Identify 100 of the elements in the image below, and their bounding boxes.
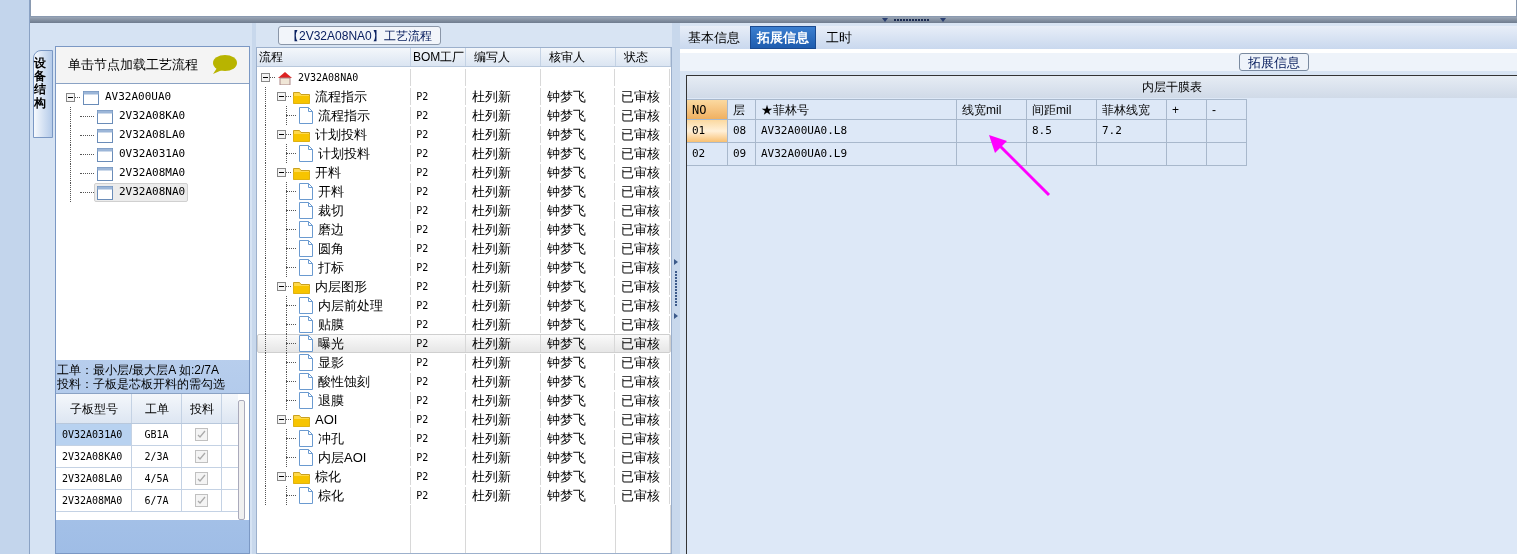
collapse-icon[interactable]: [261, 73, 270, 82]
column-header[interactable]: 投料: [182, 394, 222, 423]
column-header[interactable]: 间距mil: [1027, 99, 1097, 120]
collapse-icon[interactable]: [277, 415, 286, 424]
tree-row[interactable]: 磨边 P2 杜列新 钟梦飞 已审核: [257, 220, 671, 239]
table-cell-text: 杜列新: [471, 410, 511, 429]
tree-label: 磨边: [318, 220, 344, 239]
table-cell-text: 钟梦飞: [546, 144, 586, 163]
tree-row[interactable]: 退膜 P2 杜列新 钟梦飞 已审核: [257, 391, 671, 410]
table-cell-text: 杜列新: [471, 201, 511, 220]
table-cell-text: 已审核: [621, 429, 661, 448]
table-cell[interactable]: 01: [687, 120, 728, 143]
tree-item[interactable]: 2V32A08NA0: [94, 183, 189, 202]
tree-row[interactable]: 曝光 P2 杜列新 钟梦飞 已审核: [257, 334, 671, 353]
tree-row[interactable]: 开料 P2 杜列新 钟梦飞 已审核: [257, 182, 671, 201]
table-cell-text: 已审核: [621, 391, 661, 410]
column-header[interactable]: 状态: [616, 48, 671, 66]
splitter-grip-icon[interactable]: [674, 258, 678, 319]
tree-row[interactable]: 酸性蚀刻 P2 杜列新 钟梦飞 已审核: [257, 372, 671, 391]
tree-row[interactable]: 2V32A08NA0: [257, 68, 671, 87]
tree-item[interactable]: 0V32A031A0: [94, 145, 189, 164]
collapse-icon[interactable]: [277, 472, 286, 481]
table-cell-text: P2: [416, 185, 429, 199]
folder-icon: [293, 89, 310, 104]
column-header[interactable]: 工单: [132, 394, 182, 423]
document-icon: [299, 354, 313, 371]
column-header[interactable]: +: [1167, 99, 1207, 120]
tree-row[interactable]: 内层前处理 P2 杜列新 钟梦飞 已审核: [257, 296, 671, 315]
tab[interactable]: 工时: [820, 26, 858, 49]
table-cell[interactable]: 02: [687, 143, 728, 166]
document-icon: [299, 297, 313, 314]
column-header[interactable]: 子板型号: [56, 394, 132, 423]
table-cell: 2/3A: [132, 446, 182, 467]
table-cell[interactable]: 0V32A031A0: [56, 424, 132, 445]
column-header[interactable]: BOM工厂: [411, 48, 466, 66]
folder-icon: [293, 127, 310, 142]
column-header[interactable]: ★菲林号: [756, 99, 957, 120]
collapse-icon[interactable]: [277, 282, 286, 291]
tree-row[interactable]: 开料 P2 杜列新 钟梦飞 已审核: [257, 163, 671, 182]
tree-row[interactable]: 显影 P2 杜列新 钟梦飞 已审核: [257, 353, 671, 372]
table-cell: 8.5: [1027, 120, 1097, 143]
table-cell-text: P2: [416, 166, 429, 180]
tree-row[interactable]: 棕化 P2 杜列新 钟梦飞 已审核: [257, 467, 671, 486]
document-icon: [299, 145, 313, 162]
table-cell: 09: [728, 143, 756, 166]
document-icon: [299, 487, 313, 504]
table-cell-text: 杜列新: [471, 163, 511, 182]
table-cell-text: 钟梦飞: [546, 220, 586, 239]
table-cell-text: 杜列新: [471, 258, 511, 277]
column-header[interactable]: 菲林线宽: [1097, 99, 1167, 120]
table-cell-text: 钟梦飞: [546, 125, 586, 144]
column-header[interactable]: 层: [728, 99, 756, 120]
scrollbar[interactable]: [238, 400, 245, 520]
tree-item[interactable]: AV32A00UA0: [80, 88, 175, 107]
tree-item[interactable]: 2V32A08MA0: [94, 164, 189, 183]
column-header[interactable]: -: [1207, 99, 1247, 120]
collapse-icon[interactable]: [277, 168, 286, 177]
grip-icon: [881, 18, 946, 23]
tree-row[interactable]: 冲孔 P2 杜列新 钟梦飞 已审核: [257, 429, 671, 448]
document-icon: [299, 392, 313, 409]
table-cell: [1027, 143, 1097, 166]
column-header[interactable]: NO: [687, 99, 728, 120]
tree-row[interactable]: 计划投料 P2 杜列新 钟梦飞 已审核: [257, 125, 671, 144]
tree-row[interactable]: 打标 P2 杜列新 钟梦飞 已审核: [257, 258, 671, 277]
tree-row[interactable]: 内层图形 P2 杜列新 钟梦飞 已审核: [257, 277, 671, 296]
window-icon: [97, 185, 113, 200]
tree-label: 开料: [318, 182, 344, 201]
tree-row[interactable]: 圆角 P2 杜列新 钟梦飞 已审核: [257, 239, 671, 258]
tree-row[interactable]: 流程指示 P2 杜列新 钟梦飞 已审核: [257, 106, 671, 125]
column-header[interactable]: 编写人: [466, 48, 541, 66]
collapse-icon[interactable]: [277, 130, 286, 139]
table-cell-text: 杜列新: [471, 296, 511, 315]
tree-row[interactable]: 流程指示 P2 杜列新 钟梦飞 已审核: [257, 87, 671, 106]
table-cell-text: 杜列新: [471, 353, 511, 372]
table-cell-text: 钟梦飞: [546, 429, 586, 448]
table-cell: [1167, 120, 1207, 143]
tree-label: 2V32A08NA0: [298, 71, 359, 85]
column-header[interactable]: 线宽mil: [957, 99, 1027, 120]
collapse-icon[interactable]: [277, 92, 286, 101]
tree-item[interactable]: 2V32A08KA0: [94, 107, 189, 126]
table-cell-text: 已审核: [621, 315, 661, 334]
tree-row[interactable]: 计划投料 P2 杜列新 钟梦飞 已审核: [257, 144, 671, 163]
tree-row[interactable]: 裁切 P2 杜列新 钟梦飞 已审核: [257, 201, 671, 220]
side-tab[interactable]: 设备结构: [32, 50, 53, 138]
tree-item[interactable]: 2V32A08LA0: [94, 126, 189, 145]
tab[interactable]: 拓展信息: [750, 26, 816, 49]
tree-row[interactable]: AOI P2 杜列新 钟梦飞 已审核: [257, 410, 671, 429]
collapse-icon[interactable]: [66, 93, 75, 102]
column-header[interactable]: 核审人: [541, 48, 616, 66]
table-cell-text: 已审核: [621, 239, 661, 258]
tree-label: 棕化: [315, 467, 341, 486]
tree-row[interactable]: 内层AOI P2 杜列新 钟梦飞 已审核: [257, 448, 671, 467]
table-cell-text: 钟梦飞: [546, 467, 586, 486]
table-cell-text: 已审核: [621, 334, 661, 353]
tab[interactable]: 基本信息: [682, 26, 746, 49]
table-cell-text: 钟梦飞: [546, 372, 586, 391]
column-header[interactable]: 流程: [257, 48, 411, 66]
tree-row[interactable]: 棕化 P2 杜列新 钟梦飞 已审核: [257, 486, 671, 505]
document-icon: [299, 316, 313, 333]
tree-label: 计划投料: [318, 144, 370, 163]
